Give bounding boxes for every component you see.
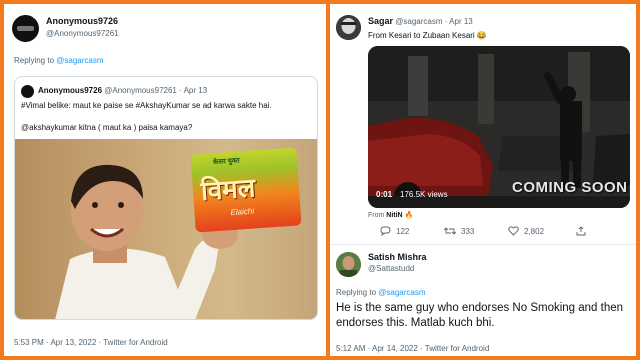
from-prefix: From [368, 212, 387, 219]
avatar[interactable] [336, 252, 361, 277]
heart-icon [508, 226, 519, 236]
video-overlay-text: COMING SOON [512, 179, 628, 196]
replying-to: Replying to @sagarcasm [14, 56, 104, 65]
user-name[interactable]: Sagar [368, 16, 393, 26]
share-icon [576, 226, 586, 236]
tweet-header: Sagar @sagarcasm · Apr 13 [368, 16, 473, 26]
tweet-date: · Apr 13 [444, 17, 473, 26]
video-views: 176.5K views [400, 190, 448, 199]
avatar-art [336, 252, 361, 277]
video-source: From NitiN 🔥 [368, 211, 413, 219]
user-handle[interactable]: @sagarcasm [395, 17, 442, 26]
tweet-timestamp[interactable]: 5:12 AM · Apr 14, 2022 · Twitter for And… [336, 344, 489, 353]
tweet-timestamp[interactable]: 5:53 PM · Apr 13, 2022 · Twitter for And… [14, 338, 168, 347]
quoted-user-name[interactable]: Anonymous9726 [38, 86, 102, 95]
quoted-header: Anonymous9726 @Anonymous97261 · Apr 13 [38, 86, 207, 95]
replying-prefix: Replying to [14, 56, 57, 65]
quoted-date: · Apr 13 [179, 86, 208, 95]
user-handle[interactable]: @Anonymous97261 [46, 29, 119, 38]
reply-icon [380, 226, 391, 236]
user-name[interactable]: Anonymous9726 [46, 16, 118, 26]
packet-brand: विमल [199, 173, 257, 208]
mention-link[interactable]: @sagarcasm [378, 288, 425, 297]
tweet-text: From Kesari to Zubaan Kesari 😂 [368, 31, 487, 40]
share-button[interactable] [576, 226, 586, 236]
tweet-image[interactable]: केसर युक्त विमल Elaichi [15, 139, 317, 319]
quoted-text-line: @akshaykumar kitna ( maut ka ) paisa kam… [21, 123, 193, 132]
quoted-text-line: #Vimal belike: maut ke paise se #AkshayK… [21, 101, 272, 110]
avatar[interactable] [12, 15, 39, 42]
reply-count: 122 [396, 226, 410, 236]
like-count: 2,802 [524, 226, 545, 236]
user-name[interactable]: Satish Mishra [368, 252, 427, 262]
mention-link[interactable]: @sagarcasm [56, 56, 103, 65]
avatar[interactable] [21, 85, 34, 98]
left-tweet-card: Anonymous9726 @Anonymous97261 Replying t… [4, 4, 326, 356]
video-time: 0:01 [376, 190, 393, 199]
retweet-icon [444, 227, 456, 235]
replying-to: Replying to @sagarcasm [336, 288, 426, 297]
packet-subtitle: Elaichi [230, 206, 255, 218]
product-packet: केसर युक्त विमल Elaichi [190, 147, 302, 233]
tweet-text: He is the same guy who endorses No Smoki… [336, 302, 624, 329]
packet-tagline: केसर युक्त [212, 157, 240, 167]
user-handle[interactable]: @Sattastudd [368, 264, 414, 273]
quoted-user-handle[interactable]: @Anonymous97261 [104, 86, 177, 95]
video-player[interactable]: 0:01 176.5K views COMING SOON [368, 46, 630, 208]
reply-button[interactable]: 122 [380, 226, 409, 236]
divider [330, 244, 636, 245]
like-button[interactable]: 2,802 [508, 226, 544, 236]
retweet-count: 333 [461, 226, 475, 236]
right-tweet-card: Sagar @sagarcasm · Apr 13 From Kesari to… [330, 4, 636, 356]
quoted-tweet[interactable]: Anonymous9726 @Anonymous97261 · Apr 13 #… [14, 76, 318, 320]
avatar-art [336, 15, 361, 40]
retweet-button[interactable]: 333 [444, 226, 474, 236]
from-name[interactable]: NitiN 🔥 [386, 212, 413, 219]
avatar[interactable] [336, 15, 361, 40]
replying-prefix: Replying to [336, 288, 379, 297]
